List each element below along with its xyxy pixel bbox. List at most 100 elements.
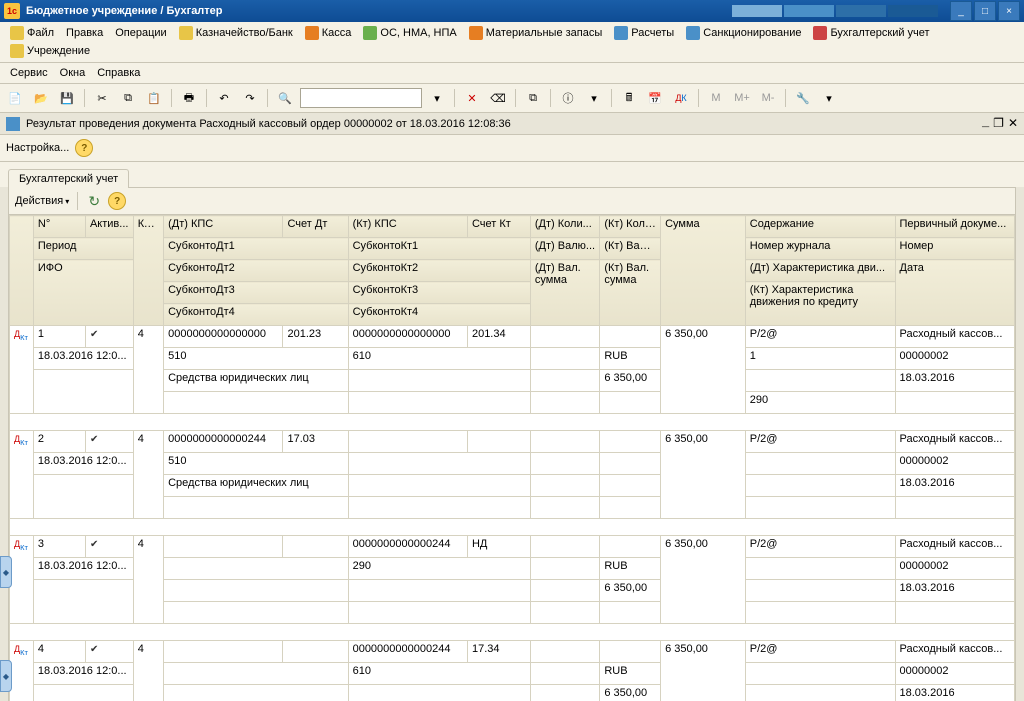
menu-windows[interactable]: Окна bbox=[54, 65, 92, 81]
cell-ktsub2 bbox=[348, 580, 530, 602]
help-icon[interactable]: ? bbox=[75, 139, 93, 157]
hdr-sub3[interactable]: СубконтоДт3 bbox=[164, 282, 348, 304]
table-row[interactable]: ДКт 3 ✔ 4 0000000000000244 НД 6 350,00 P… bbox=[10, 536, 1015, 558]
hdr-subk3[interactable]: СубконтоКт3 bbox=[348, 282, 530, 304]
doc-close-button[interactable]: ✕ bbox=[1008, 116, 1018, 131]
tb-settings-icon[interactable]: 🔧 bbox=[792, 87, 814, 109]
menu-service[interactable]: Сервис bbox=[4, 65, 54, 81]
menu-calc[interactable]: Расчеты bbox=[608, 24, 680, 42]
hdr-subk2[interactable]: СубконтоКт2 bbox=[348, 260, 530, 282]
table-row[interactable]: ДКт 4 ✔ 4 0000000000000244 17.34 6 350,0… bbox=[10, 641, 1015, 663]
menu-file[interactable]: Файл bbox=[4, 24, 60, 42]
hdr-date[interactable]: Дата bbox=[895, 260, 1014, 326]
hdr-period[interactable]: Период bbox=[33, 238, 133, 260]
hdr-journal[interactable]: Номер журнала bbox=[745, 238, 895, 260]
tb-clear-icon[interactable]: ⌫ bbox=[487, 87, 509, 109]
refresh-icon[interactable]: ↻ bbox=[86, 193, 102, 209]
hdr-sub1[interactable]: СубконтоДт1 bbox=[164, 238, 348, 260]
materials-icon bbox=[469, 26, 483, 40]
side-handle-2[interactable]: ◆ bbox=[0, 660, 12, 692]
hdr-num[interactable]: N° bbox=[33, 216, 85, 238]
tb-dropdown2-icon[interactable]: ▾ bbox=[818, 87, 840, 109]
grid-wrap[interactable]: N° Актив... КФО (Дт) КПС Счет Дт (Кт) КП… bbox=[8, 215, 1016, 701]
restore-button[interactable]: □ bbox=[974, 1, 996, 21]
tb-dropdown-icon[interactable]: ▾ bbox=[426, 87, 448, 109]
cell-num: 1 bbox=[33, 326, 85, 348]
tb-find-icon[interactable]: 🔍 bbox=[274, 87, 296, 109]
tb-print-icon[interactable]: 🖶 bbox=[178, 87, 200, 109]
menu-help[interactable]: Справка bbox=[91, 65, 146, 81]
hdr-ktkps[interactable]: (Кт) КПС bbox=[348, 216, 467, 238]
hdr-dtkps[interactable]: (Дт) КПС bbox=[164, 216, 283, 238]
tb-delete-icon[interactable]: ✕ bbox=[461, 87, 483, 109]
cell-sub3 bbox=[164, 392, 348, 414]
tb-open-icon[interactable]: 📂 bbox=[30, 87, 52, 109]
table-row[interactable]: ДКт 1 ✔ 4 0000000000000000 201.23 000000… bbox=[10, 326, 1015, 348]
tb-cut-icon[interactable]: ✂ bbox=[91, 87, 113, 109]
tb-save-icon[interactable]: 💾 bbox=[56, 87, 78, 109]
hdr-ktvalsum[interactable]: (Кт) Вал. сумма bbox=[600, 260, 661, 326]
row-spacer bbox=[10, 624, 1015, 641]
menu-materials[interactable]: Материальные запасы bbox=[463, 24, 609, 42]
hdr-acctdt[interactable]: Счет Дт bbox=[283, 216, 348, 238]
tb-calc-icon[interactable]: 🖩 bbox=[618, 87, 640, 109]
hdr-char-dt[interactable]: (Дт) Характеристика дви... bbox=[745, 260, 895, 282]
close-button[interactable]: × bbox=[998, 1, 1020, 21]
hdr-ktval[interactable]: (Кт) Валю... bbox=[600, 238, 661, 260]
menu-cashbox[interactable]: Касса bbox=[299, 24, 358, 42]
cell-date: 18.03.2016 bbox=[895, 580, 1014, 602]
doc-restore-button[interactable]: ❐ bbox=[993, 116, 1004, 131]
minimize-button[interactable]: _ bbox=[950, 1, 972, 21]
doc-minimize-button[interactable]: _ bbox=[982, 116, 989, 131]
hdr-sum[interactable]: Сумма bbox=[661, 216, 746, 326]
hdr-docnum[interactable]: Номер bbox=[895, 238, 1014, 260]
hdr-activ[interactable]: Актив... bbox=[85, 216, 133, 238]
hdr-dtkoli[interactable]: (Дт) Коли... bbox=[530, 216, 599, 238]
side-handle-1[interactable]: ◆ bbox=[0, 556, 12, 588]
hdr-dtvalsum[interactable]: (Дт) Вал. сумма bbox=[530, 260, 599, 326]
menu-accounting[interactable]: Бухгалтерский учет bbox=[807, 24, 935, 42]
actions-menu[interactable]: Действия▾ bbox=[15, 195, 69, 207]
tb-search-combo[interactable] bbox=[300, 88, 422, 108]
hdr-acctkt[interactable]: Счет Кт bbox=[467, 216, 530, 238]
menu-assets[interactable]: ОС, НМА, НПА bbox=[357, 24, 462, 42]
hdr-subk4[interactable]: СубконтоКт4 bbox=[348, 304, 530, 326]
tab-accounting[interactable]: Бухгалтерский учет bbox=[8, 169, 129, 188]
hdr-mark[interactable] bbox=[10, 216, 34, 326]
cell-ktsub3 bbox=[348, 392, 530, 414]
tb-windows-icon[interactable]: ⧉ bbox=[522, 87, 544, 109]
grid-header: N° Актив... КФО (Дт) КПС Счет Дт (Кт) КП… bbox=[10, 216, 1015, 326]
hdr-char-kt[interactable]: (Кт) Характеристика движения по кредиту bbox=[745, 282, 895, 326]
hdr-dtval[interactable]: (Дт) Валю... bbox=[530, 238, 599, 260]
hdr-subk1[interactable]: СубконтоКт1 bbox=[348, 238, 530, 260]
tb-paste-icon[interactable]: 📋 bbox=[143, 87, 165, 109]
tb-undo-icon[interactable]: ↶ bbox=[213, 87, 235, 109]
tb-help-icon[interactable]: ⓘ bbox=[557, 87, 579, 109]
tb-new-icon[interactable]: 📄 bbox=[4, 87, 26, 109]
tb-redo-icon[interactable]: ↷ bbox=[239, 87, 261, 109]
hdr-ifo[interactable]: ИФО bbox=[33, 260, 133, 326]
tb-mplus-icon[interactable]: M+ bbox=[731, 87, 753, 109]
hdr-sub4[interactable]: СубконтоДт4 bbox=[164, 304, 348, 326]
hdr-sub2[interactable]: СубконтоДт2 bbox=[164, 260, 348, 282]
tb-copy-icon[interactable]: ⧉ bbox=[117, 87, 139, 109]
hdr-doc[interactable]: Первичный докуме... bbox=[895, 216, 1014, 238]
hdr-sod[interactable]: Содержание bbox=[745, 216, 895, 238]
menu-operations[interactable]: Операции bbox=[109, 25, 172, 41]
postings-grid: N° Актив... КФО (Дт) КПС Счет Дт (Кт) КП… bbox=[9, 215, 1015, 701]
menu-edit[interactable]: Правка bbox=[60, 25, 109, 41]
hdr-ktkoli[interactable]: (Кт) Коли... bbox=[600, 216, 661, 238]
tb-m-icon[interactable]: M bbox=[705, 87, 727, 109]
tb-calendar-icon[interactable]: 📅 bbox=[644, 87, 666, 109]
tb-mminus-icon[interactable]: M- bbox=[757, 87, 779, 109]
cell-journal bbox=[745, 453, 895, 475]
table-row[interactable]: ДКт 2 ✔ 4 0000000000000244 17.03 6 350,0… bbox=[10, 431, 1015, 453]
tb-dk-icon[interactable]: ДК bbox=[670, 87, 692, 109]
menu-treasury[interactable]: Казначейство/Банк bbox=[173, 24, 299, 42]
actions-help-icon[interactable]: ? bbox=[108, 192, 126, 210]
menu-org[interactable]: Учреждение bbox=[4, 42, 96, 60]
settings-link[interactable]: Настройка... bbox=[6, 142, 69, 154]
hdr-kfo[interactable]: КФО bbox=[133, 216, 163, 326]
tb-more-icon[interactable]: ▾ bbox=[583, 87, 605, 109]
menu-sanction[interactable]: Санкционирование bbox=[680, 24, 807, 42]
